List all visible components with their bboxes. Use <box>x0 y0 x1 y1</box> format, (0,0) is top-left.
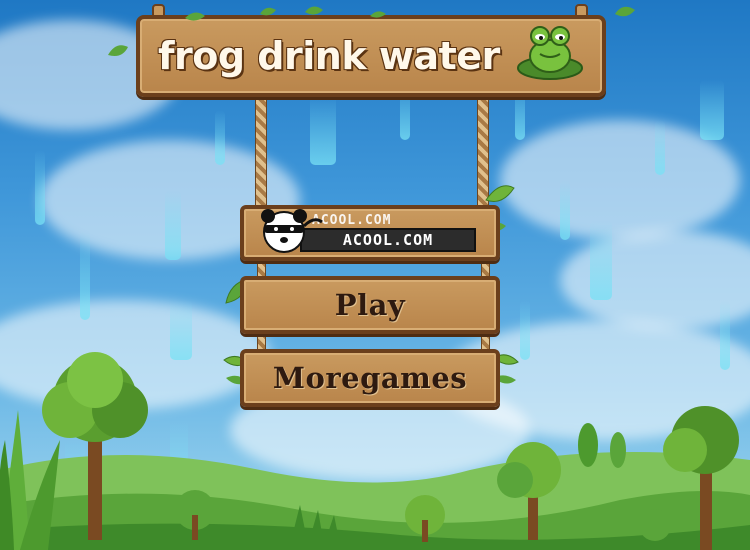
panda-icon <box>261 209 323 253</box>
game-scene: frog drink water ACOOL.COM ACOOL.COM Pla… <box>0 0 750 550</box>
moregames-label: Moregames <box>272 361 468 395</box>
leaf-icon <box>108 6 635 56</box>
play-button[interactable]: Play <box>240 276 500 334</box>
rope-icon <box>255 95 267 212</box>
play-label: Play <box>334 288 406 322</box>
moregames-button[interactable]: Moregames <box>240 349 500 407</box>
